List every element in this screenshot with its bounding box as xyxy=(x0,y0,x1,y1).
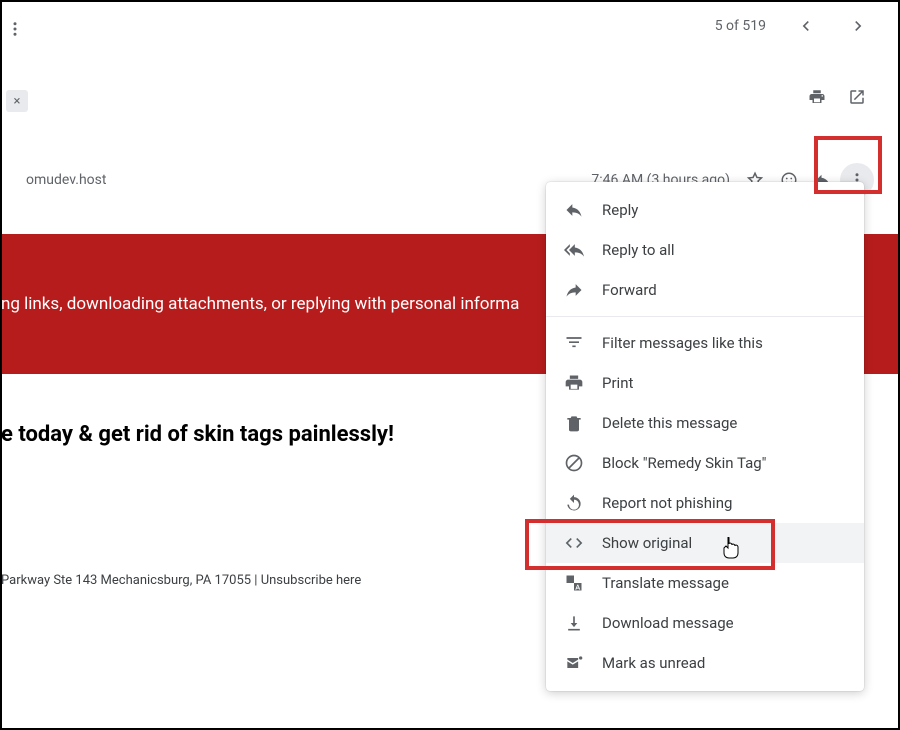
mark-unread-icon xyxy=(564,653,584,673)
menu-forward[interactable]: Forward xyxy=(546,270,864,310)
menu-translate[interactable]: Translate message xyxy=(546,563,864,603)
message-tools xyxy=(2,80,898,114)
pager-count: 5 of 519 xyxy=(715,18,766,34)
menu-not-phishing[interactable]: Report not phishing xyxy=(546,483,864,523)
chevron-right-icon xyxy=(848,16,868,36)
menu-show-original[interactable]: Show original xyxy=(546,523,864,563)
menu-reply[interactable]: Reply xyxy=(546,190,864,230)
remove-label-chip[interactable]: × xyxy=(6,90,28,112)
close-icon: × xyxy=(14,94,21,109)
menu-print[interactable]: Print xyxy=(546,363,864,403)
left-more-icon xyxy=(6,20,24,42)
top-bar: 5 of 519 xyxy=(2,2,898,50)
menu-label: Download message xyxy=(602,614,734,632)
menu-label: Delete this message xyxy=(602,414,737,432)
print-icon xyxy=(808,88,826,106)
menu-download[interactable]: Download message xyxy=(546,603,864,643)
menu-label: Translate message xyxy=(602,574,729,592)
menu-label: Filter messages like this xyxy=(602,334,763,352)
reply-all-icon xyxy=(564,240,584,260)
open-new-window-button[interactable] xyxy=(840,80,874,114)
print-icon xyxy=(564,373,584,393)
menu-filter[interactable]: Filter messages like this xyxy=(546,323,864,363)
menu-label: Reply to all xyxy=(602,241,675,259)
code-icon xyxy=(564,533,584,553)
menu-label: Print xyxy=(602,374,633,392)
older-button[interactable] xyxy=(838,6,878,46)
open-in-new-icon xyxy=(848,88,866,106)
undo-icon xyxy=(564,493,584,513)
menu-delete[interactable]: Delete this message xyxy=(546,403,864,443)
reply-icon xyxy=(564,200,584,220)
sender-domain: omudev.host xyxy=(26,172,106,188)
menu-label: Mark as unread xyxy=(602,654,705,672)
menu-label: Show original xyxy=(602,534,692,552)
message-actions-menu: Reply Reply to all Forward Filter messag… xyxy=(546,182,864,691)
menu-label: Block "Remedy Skin Tag" xyxy=(602,454,767,472)
filter-icon xyxy=(564,333,584,353)
newer-button[interactable] xyxy=(786,6,826,46)
chevron-left-icon xyxy=(796,16,816,36)
menu-reply-all[interactable]: Reply to all xyxy=(546,230,864,270)
print-button[interactable] xyxy=(800,80,834,114)
menu-block[interactable]: Block "Remedy Skin Tag" xyxy=(546,443,864,483)
menu-label: Report not phishing xyxy=(602,494,732,512)
menu-label: Reply xyxy=(602,201,638,219)
menu-label: Forward xyxy=(602,281,657,299)
translate-icon xyxy=(564,573,584,593)
menu-separator xyxy=(546,316,864,317)
menu-mark-unread[interactable]: Mark as unread xyxy=(546,643,864,683)
block-icon xyxy=(564,453,584,473)
trash-icon xyxy=(564,413,584,433)
forward-icon xyxy=(564,280,584,300)
download-icon xyxy=(564,613,584,633)
